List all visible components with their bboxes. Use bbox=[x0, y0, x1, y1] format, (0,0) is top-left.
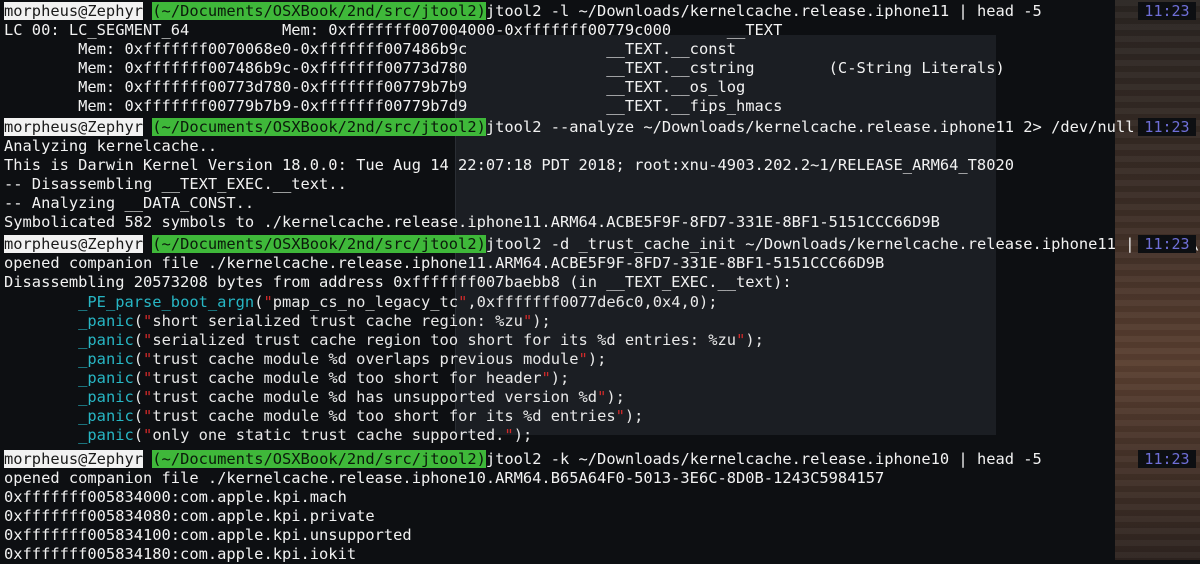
output-line: -- Disassembling __TEXT_EXEC.__text.. bbox=[4, 175, 347, 193]
disassembly-call-line: _panic("trust cache module %d overlaps p… bbox=[78, 350, 607, 368]
string-literal: trust cache module %d too short for its … bbox=[152, 407, 616, 425]
clock-label: 11:23 bbox=[1138, 2, 1196, 20]
string-literal: only one static trust cache supported. bbox=[152, 426, 505, 444]
output-line: Disassembling 20573208 bytes from addres… bbox=[4, 273, 792, 291]
clock-label: 11:23 bbox=[1138, 235, 1196, 253]
output-line: 0xfffffff005834180:com.apple.kpi.iokit bbox=[4, 545, 357, 563]
string-literal: trust cache module %d too short for head… bbox=[152, 369, 542, 387]
disassembly-call-line: _PE_parse_boot_argn("pmap_cs_no_legacy_t… bbox=[78, 293, 718, 311]
disassembly-call-line: _panic("trust cache module %d has unsupp… bbox=[78, 388, 625, 406]
string-literal: short serialized trust cache region: %zu bbox=[152, 312, 523, 330]
command-text: jtool2 -l ~/Downloads/kernelcache.releas… bbox=[485, 2, 1042, 20]
prompt-user: morpheus@Zephyr bbox=[4, 118, 143, 136]
output-line: Mem: 0xfffffff007486b9c-0xfffffff00773d7… bbox=[4, 59, 1005, 77]
output-line: LC 00: LC_SEGMENT_64 Mem: 0xfffffff00700… bbox=[4, 21, 783, 39]
function-name: _panic bbox=[78, 407, 134, 425]
disassembly-call-line: _panic("serialized trust cache region to… bbox=[78, 331, 764, 349]
prompt-line: morpheus@Zephyr (~/Documents/OSXBook/2nd… bbox=[4, 235, 1200, 254]
string-literal: pmap_cs_no_legacy_tc bbox=[272, 293, 459, 311]
string-literal: trust cache module %d overlaps previous … bbox=[152, 350, 579, 368]
function-name: _panic bbox=[78, 426, 134, 444]
output-line: 0xfffffff005834000:com.apple.kpi.mach bbox=[4, 488, 347, 506]
function-name: _panic bbox=[78, 350, 134, 368]
output-line: 0xfffffff005834080:com.apple.kpi.private bbox=[4, 507, 375, 525]
function-name: _panic bbox=[78, 312, 134, 330]
clock-label: 11:23 bbox=[1138, 450, 1196, 468]
disassembly-call-line: _panic("trust cache module %d too short … bbox=[78, 407, 644, 425]
output-line: Analyzing kernelcache.. bbox=[4, 137, 218, 155]
output-line: Mem: 0xfffffff0070068e0-0xfffffff007486b… bbox=[4, 40, 737, 58]
output-line: opened companion file ./kernelcache.rele… bbox=[4, 469, 885, 487]
command-text: jtool2 -d _trust_cache_init ~/Downloads/… bbox=[485, 235, 1200, 253]
output-line: Symbolicated 582 symbols to ./kernelcach… bbox=[4, 213, 940, 231]
function-name: _panic bbox=[78, 388, 134, 406]
function-name: _panic bbox=[78, 369, 134, 387]
output-line: 0xfffffff005834100:com.apple.kpi.unsuppo… bbox=[4, 526, 412, 544]
prompt-path: (~/Documents/OSXBook/2nd/src/jtool2) bbox=[152, 2, 486, 20]
prompt-line: morpheus@Zephyr (~/Documents/OSXBook/2nd… bbox=[4, 118, 1134, 137]
clock-label: 11:23 bbox=[1138, 118, 1196, 136]
command-text: jtool2 --analyze ~/Downloads/kernelcache… bbox=[485, 118, 1135, 136]
prompt-path: (~/Documents/OSXBook/2nd/src/jtool2) bbox=[152, 118, 486, 136]
function-name: _panic bbox=[78, 331, 134, 349]
string-literal: trust cache module %d has unsupported ve… bbox=[152, 388, 598, 406]
prompt-user: morpheus@Zephyr bbox=[4, 2, 143, 20]
prompt-user: morpheus@Zephyr bbox=[4, 235, 143, 253]
prompt-path: (~/Documents/OSXBook/2nd/src/jtool2) bbox=[152, 235, 486, 253]
prompt-line: morpheus@Zephyr (~/Documents/OSXBook/2nd… bbox=[4, 2, 1042, 21]
function-name: _PE_parse_boot_argn bbox=[78, 293, 255, 311]
output-line: Mem: 0xfffffff00773d780-0xfffffff00779b7… bbox=[4, 78, 746, 96]
disassembly-call-line: _panic("only one static trust cache supp… bbox=[78, 426, 533, 444]
prompt-line: morpheus@Zephyr (~/Documents/OSXBook/2nd… bbox=[4, 450, 1042, 469]
string-literal: serialized trust cache region too short … bbox=[152, 331, 737, 349]
output-line: opened companion file ./kernelcache.rele… bbox=[4, 254, 885, 272]
prompt-path: (~/Documents/OSXBook/2nd/src/jtool2) bbox=[152, 450, 486, 468]
output-line: Mem: 0xfffffff00779b7b9-0xfffffff00779b7… bbox=[4, 97, 783, 115]
disassembly-call-line: _panic("trust cache module %d too short … bbox=[78, 369, 570, 387]
output-line: -- Analyzing __DATA_CONST.. bbox=[4, 194, 255, 212]
terminal-window[interactable]: morpheus@Zephyr (~/Documents/OSXBook/2nd… bbox=[0, 0, 1200, 563]
prompt-user: morpheus@Zephyr bbox=[4, 450, 143, 468]
output-line: This is Darwin Kernel Version 18.0.0: Tu… bbox=[4, 156, 1014, 174]
command-text: jtool2 -k ~/Downloads/kernelcache.releas… bbox=[485, 450, 1042, 468]
disassembly-call-line: _panic("short serialized trust cache reg… bbox=[78, 312, 551, 330]
